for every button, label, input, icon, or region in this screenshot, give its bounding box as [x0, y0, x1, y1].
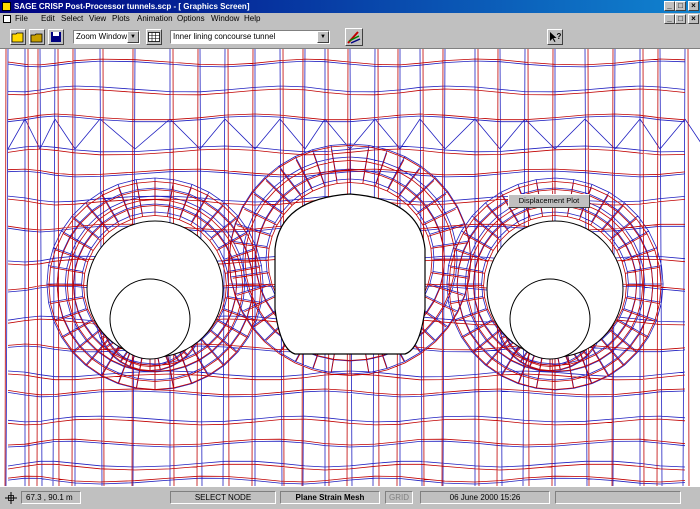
coordinates-readout: 67.3 , 90.1 m — [21, 491, 81, 504]
zoom-select-value: Zoom Window — [76, 32, 128, 41]
toolbar: Zoom Window ▼ Inner lining concourse tun… — [0, 25, 700, 49]
menu-plots[interactable]: Plots — [112, 14, 130, 23]
save-button[interactable] — [48, 29, 64, 45]
left-tunnel-inner-opening — [109, 278, 191, 360]
save-disk-icon — [51, 32, 61, 42]
select-mode-indicator: SELECT NODE — [170, 491, 276, 504]
menu-edit[interactable]: Edit — [41, 14, 55, 23]
mesh-type-indicator: Plane Strain Mesh — [280, 491, 380, 504]
zoom-select[interactable]: Zoom Window ▼ — [73, 30, 140, 44]
close-icon[interactable]: × — [688, 1, 699, 11]
graphics-canvas[interactable]: Displacement Plot — [0, 49, 700, 486]
help-pointer-icon: ? — [550, 32, 562, 42]
menu-select[interactable]: Select — [61, 14, 83, 23]
right-tunnel-inner-opening — [509, 278, 591, 360]
maximize-icon[interactable]: □ — [675, 1, 686, 11]
menu-file[interactable]: File — [15, 14, 28, 23]
concourse-tunnel-opening — [274, 193, 426, 355]
open-file-button[interactable] — [29, 29, 45, 45]
document-icon[interactable] — [3, 15, 11, 23]
mdi-close-icon[interactable]: × — [688, 14, 699, 24]
mdi-restore-icon[interactable]: □ — [675, 14, 686, 24]
menu-window[interactable]: Window — [211, 14, 239, 23]
menu-bar: File Edit Select View Plots Animation Op… — [0, 13, 700, 25]
title-bar: SAGE CRISP Post-Processor tunnels.scp - … — [0, 0, 700, 13]
app-icon[interactable] — [2, 2, 11, 11]
date-time-readout: 06 June 2000 15:26 — [420, 491, 550, 504]
paint-button[interactable] — [345, 28, 363, 46]
status-panel-empty — [555, 491, 681, 504]
crosshair-icon — [5, 492, 17, 504]
grid-table-icon — [148, 32, 160, 42]
svg-text:?: ? — [557, 32, 562, 41]
chevron-down-icon[interactable]: ▼ — [317, 31, 329, 43]
finite-element-mesh[interactable] — [0, 49, 700, 486]
displacement-plot-menu-item[interactable]: Displacement Plot — [508, 194, 590, 208]
lining-select-value: Inner lining concourse tunnel — [173, 32, 276, 41]
window-title: SAGE CRISP Post-Processor tunnels.scp - … — [14, 2, 250, 11]
chevron-down-icon[interactable]: ▼ — [127, 31, 139, 43]
context-help-button[interactable]: ? — [547, 29, 563, 45]
paint-brush-icon — [347, 31, 361, 44]
table-button[interactable] — [146, 29, 162, 45]
menu-view[interactable]: View — [89, 14, 106, 23]
minimize-icon[interactable]: _ — [664, 1, 675, 11]
open-folder-icon — [11, 32, 24, 43]
status-bar: 67.3 , 90.1 m SELECT NODE Plane Strain M… — [0, 486, 700, 509]
menu-help[interactable]: Help — [244, 14, 260, 23]
menu-options[interactable]: Options — [177, 14, 205, 23]
folder-icon — [30, 33, 43, 43]
mdi-minimize-icon[interactable]: _ — [664, 14, 675, 24]
lining-select[interactable]: Inner lining concourse tunnel ▼ — [170, 30, 330, 44]
grid-toggle[interactable]: GRID — [385, 491, 413, 504]
menu-animation[interactable]: Animation — [137, 14, 173, 23]
open-folder-button[interactable] — [10, 29, 26, 45]
